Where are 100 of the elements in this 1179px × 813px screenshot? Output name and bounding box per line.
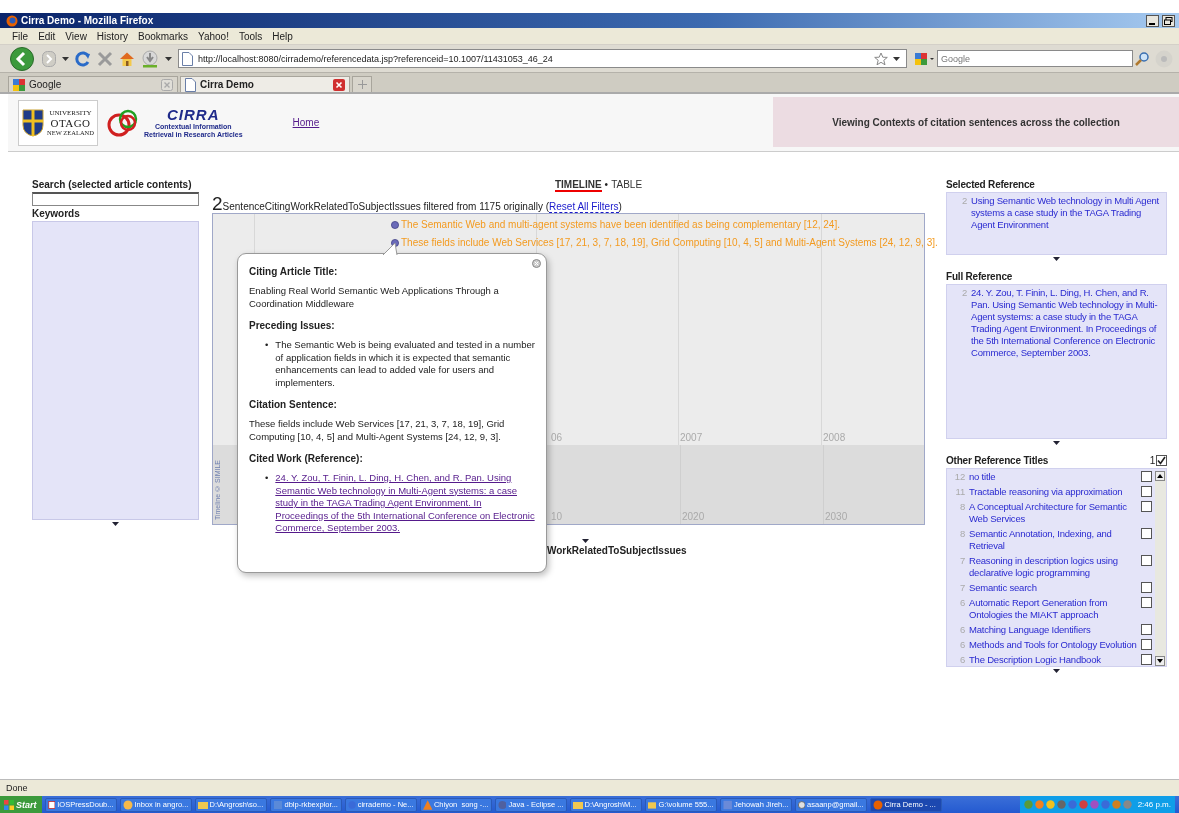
clock: 2:46 p.m. [1137, 800, 1171, 809]
start-button[interactable]: Start [0, 796, 42, 813]
crest-icon [22, 108, 44, 137]
app-icon [47, 799, 56, 810]
header-banner: Viewing Contexts of citation sentences across the collection [773, 97, 1179, 147]
app-icon [347, 799, 356, 810]
scroll-up-icon[interactable] [1155, 471, 1165, 481]
menu-item[interactable]: File [8, 30, 35, 42]
caret-icon[interactable] [112, 522, 119, 526]
search-icon[interactable] [1135, 51, 1149, 66]
section-text: Enabling Real World Semantic Web Applications Through a Coordination Middleware [249, 285, 500, 310]
star-icon[interactable] [874, 51, 888, 66]
search-field[interactable]: Google [937, 50, 1133, 67]
scroll-down-icon[interactable] [1155, 656, 1165, 666]
app-icon [272, 799, 283, 810]
event-dot-icon[interactable] [391, 220, 399, 229]
search-label: Search (selected article contents) [32, 179, 193, 190]
app-icon [122, 799, 133, 810]
reference-title[interactable]: Reasoning in description logics using declarative logic programming [969, 555, 1137, 579]
reference-title[interactable]: Methods and Tools for Ontology Evolution [969, 639, 1137, 651]
close-icon[interactable] [333, 78, 345, 91]
restore-icon[interactable] [1162, 14, 1175, 27]
home-link[interactable]: Home [292, 117, 320, 128]
count-label: 2 [960, 287, 967, 300]
back-icon[interactable] [10, 46, 36, 71]
reference-title[interactable]: Semantic search [969, 582, 1137, 594]
caret-icon[interactable] [582, 539, 589, 543]
menu-item[interactable]: History [92, 30, 134, 42]
checkbox[interactable] [1141, 486, 1152, 497]
reference-title[interactable]: The Description Logic Handbook [969, 654, 1137, 666]
checkbox[interactable] [1141, 501, 1152, 512]
checkbox[interactable] [1141, 597, 1152, 608]
minimize-icon[interactable] [1146, 14, 1159, 27]
reset-filters-link[interactable]: Reset All Filters [549, 201, 619, 213]
close-icon[interactable] [532, 259, 541, 268]
view-tab[interactable]: TIMELINE [554, 179, 602, 192]
app-icon [422, 799, 432, 810]
reference-title[interactable]: Matching Language Identifiers [969, 624, 1137, 636]
menu-item[interactable]: Bookmarks [134, 30, 194, 42]
section-heading: Citing Article Title: [249, 266, 339, 277]
home-icon[interactable] [119, 50, 135, 67]
reference-text[interactable]: 24. Y. Zou, T. Finin, L. Ding, H. Chen, and R. Pan. Using Semantic Web technology in Multi-Agent systems: a case study in the TAGA Trading Agent Environment. In Proceedings of the 5th International Conference on Electronic Commerce, September 2003. [971, 287, 1164, 359]
year-label: 2008 [823, 432, 846, 443]
checkbox[interactable] [1141, 582, 1152, 593]
menu-item[interactable]: Tools [234, 30, 269, 42]
section-heading: Cited Work (Reference): [249, 453, 364, 464]
status-text: Done [0, 779, 1179, 796]
reference-link[interactable]: 24. Y. Zou, T. Finin, L. Ding, H. Chen, and R. Pan. Using Semantic Web technology in Multi-Agent systems: a case study in the TAGA Trading Agent Environment. In Proceedings of the 5th International Conference on Electronic Commerce, September 2003. [275, 472, 536, 535]
separator-dot: • [604, 179, 609, 190]
checkbox[interactable] [1141, 555, 1152, 566]
reference-title[interactable]: Semantic Annotation, Indexing, and Retrieval [969, 528, 1137, 552]
section-heading: Other Reference Titles [946, 455, 1049, 466]
reference-title[interactable]: A Conceptual Architecture for Semantic Web Services [969, 501, 1137, 525]
caret-icon[interactable] [1053, 257, 1060, 261]
app-icon [497, 799, 507, 810]
keywords-label: Keywords [32, 208, 81, 219]
caret-icon[interactable] [1053, 669, 1060, 673]
checkbox[interactable] [1141, 654, 1152, 665]
bullet-mark: • [265, 472, 269, 485]
checkbox[interactable] [1141, 528, 1152, 539]
checkbox[interactable] [1141, 471, 1152, 482]
menu-item[interactable]: Yahoo! [194, 30, 235, 42]
reference-title[interactable]: Automatic Report Generation from Ontologies the MIAKT approach [969, 597, 1137, 621]
reference-text[interactable]: Using Semantic Web technology in Multi Agent systems a case study in the TAGA Trading Agent Environment [971, 195, 1164, 231]
count-label: 6 [958, 624, 965, 636]
search-field[interactable] [32, 192, 199, 206]
count-label: 2 [960, 195, 967, 208]
app-icon [647, 799, 657, 810]
download-icon[interactable] [141, 49, 159, 68]
address-field[interactable]: http://localhost:8080/cirrademo/referencedata.jsp?referenceid=10.1007/11431053_46_24 [178, 49, 907, 68]
count-label: 1 [1149, 455, 1155, 466]
checkbox[interactable] [1156, 455, 1167, 466]
browser-tab[interactable]: Google [8, 76, 178, 92]
menu-item[interactable]: Help [268, 30, 299, 42]
caret-icon[interactable] [165, 56, 172, 61]
reference-title[interactable]: Tractable reasoning via approximation [969, 486, 1137, 498]
scrollbar[interactable] [1155, 471, 1166, 666]
count-label: 8 [958, 528, 965, 541]
page-icon [185, 77, 196, 92]
reload-icon[interactable] [75, 50, 91, 67]
bullet-mark: • [265, 339, 269, 352]
view-tab[interactable]: TABLE [611, 179, 643, 190]
summary-text: SentenceCitingWorkRelatedToSubjectIssues filtered from 1175 originally (Reset All Filters) [222, 201, 622, 212]
count-label: 11 [954, 486, 965, 498]
reference-title[interactable]: no title [969, 471, 1137, 483]
caret-icon[interactable] [1053, 441, 1060, 445]
browser-tab[interactable]: Cirra Demo [180, 76, 350, 92]
plus-icon [357, 80, 367, 89]
checkbox[interactable] [1141, 624, 1152, 635]
menu-item[interactable]: View [61, 30, 93, 42]
timeline-caption: WorkRelatedToSubjectIssues [547, 545, 688, 556]
year-label: 06 [551, 432, 563, 443]
caret-icon[interactable] [893, 56, 900, 61]
caret-icon[interactable] [62, 56, 69, 61]
app-icon [872, 799, 883, 810]
count-label: 12 [953, 471, 965, 483]
menu-item[interactable]: Edit [34, 30, 62, 42]
bullet-text: The Semantic Web is being evaluated and tested in a number of application fields in which it is expected that semantic enhancements can lead to added vale for users and implementers. [275, 339, 536, 389]
year-label: 2007 [680, 432, 703, 443]
checkbox[interactable] [1141, 639, 1152, 650]
